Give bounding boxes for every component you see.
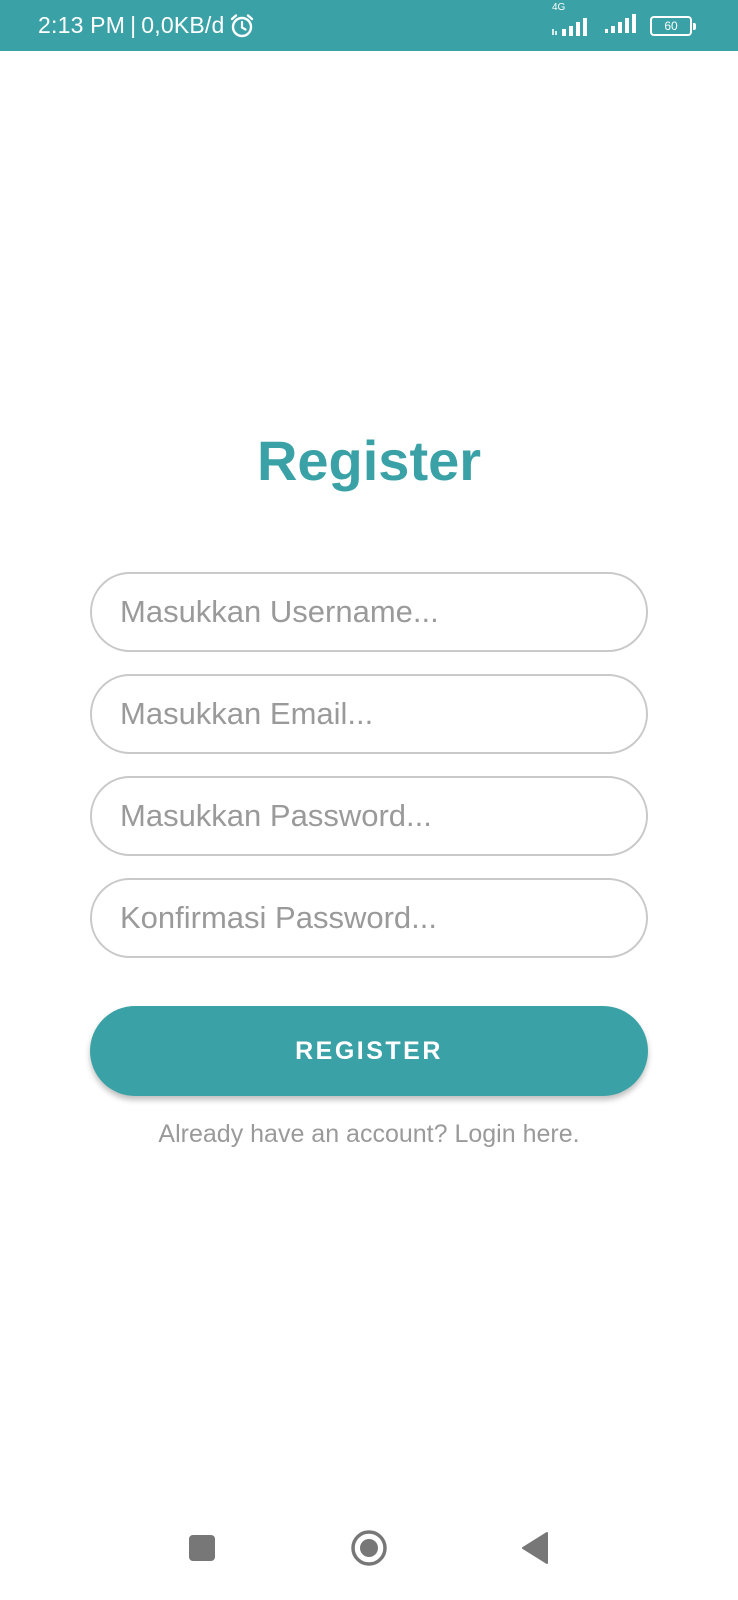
battery-icon: 60 [650, 15, 696, 36]
home-button[interactable] [339, 1520, 399, 1580]
status-bar: 2:13 PM | 0,0KB/d 4G 60 [0, 0, 738, 51]
status-left: 2:13 PM | 0,0KB/d [38, 12, 255, 39]
network-type-label: 4G [552, 1, 566, 13]
navigation-bar [0, 1520, 738, 1600]
email-input[interactable] [90, 674, 648, 754]
signal-icon [604, 12, 638, 39]
register-screen: 2:13 PM | 0,0KB/d 4G 60 Register Masukka… [0, 0, 738, 1600]
page-title: Register [256, 429, 482, 492]
back-button[interactable] [505, 1520, 565, 1580]
signal-icon: 4G [550, 2, 596, 37]
home-icon [349, 1528, 389, 1573]
login-link[interactable]: Already have an account? Login here. [0, 1120, 738, 1149]
recents-icon [187, 1533, 217, 1568]
confirm-password-input[interactable] [90, 878, 648, 958]
recents-button[interactable] [172, 1520, 232, 1580]
status-data-rate: 0,0KB/d [141, 12, 225, 38]
back-icon [520, 1531, 550, 1570]
username-input[interactable] [90, 572, 648, 652]
password-input[interactable] [90, 776, 648, 856]
alarm-icon [229, 13, 255, 39]
status-separator: | [130, 12, 137, 38]
status-time: 2:13 PM [38, 12, 126, 38]
status-right: 4G 60 [550, 2, 696, 39]
register-button[interactable]: REGISTER [90, 1006, 648, 1096]
battery-level: 60 [664, 18, 678, 33]
